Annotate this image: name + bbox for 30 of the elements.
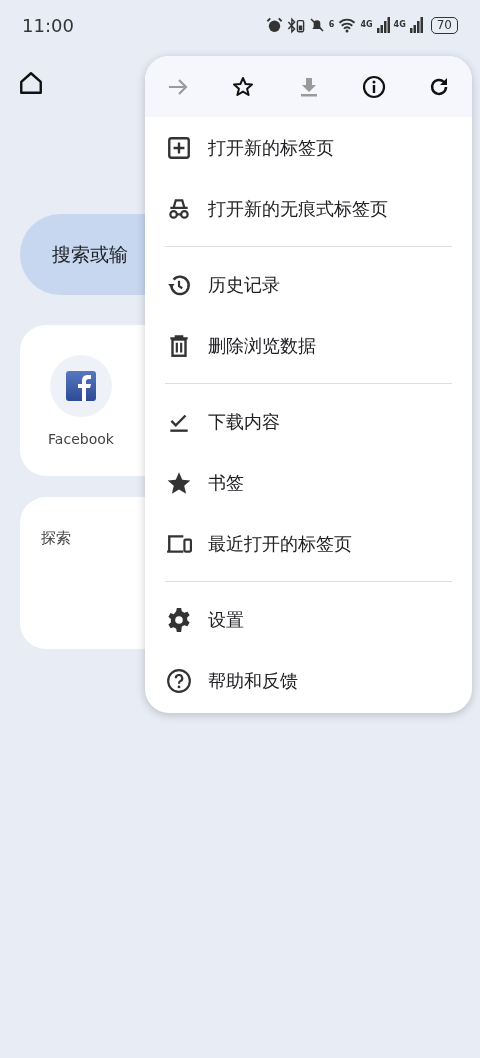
explore-title: 探索 <box>41 529 71 547</box>
bluetooth-icon <box>286 16 305 34</box>
menu-item[interactable]: 打开新的无痕式标签页 <box>145 178 472 239</box>
network-label: 4G <box>393 20 406 29</box>
menu-item[interactable]: 历史记录 <box>145 254 472 315</box>
facebook-icon <box>66 371 96 401</box>
search-placeholder: 搜索或输 <box>52 242 128 268</box>
muted-bell-icon <box>308 17 325 33</box>
info-icon[interactable] <box>361 74 386 99</box>
menu-item[interactable]: 打开新的标签页 <box>145 117 472 178</box>
signal-icon <box>376 17 390 33</box>
menu-item[interactable]: 最近打开的标签页 <box>145 513 472 574</box>
menu-item[interactable]: 设置 <box>145 589 472 650</box>
status-time: 11:00 <box>22 13 74 38</box>
menu-item[interactable]: 帮助和反馈 <box>145 650 472 711</box>
shortcut-label: Facebook <box>48 430 114 449</box>
star-icon[interactable] <box>231 74 256 99</box>
menu-item[interactable]: 删除浏览数据 <box>145 315 472 376</box>
signal-icon <box>409 17 423 33</box>
home-icon[interactable] <box>18 70 44 96</box>
battery-level: 70 <box>430 16 458 34</box>
wifi-label: 6 <box>328 20 335 29</box>
alarm-icon <box>265 16 283 34</box>
wifi-icon <box>338 17 357 33</box>
gear-icon <box>166 606 192 633</box>
add-box-icon <box>166 134 192 161</box>
menu-item[interactable]: 书签 <box>145 452 472 513</box>
help-icon <box>166 667 192 694</box>
network-label: 4G <box>360 20 373 29</box>
menu-item[interactable]: 下载内容 <box>145 391 472 452</box>
